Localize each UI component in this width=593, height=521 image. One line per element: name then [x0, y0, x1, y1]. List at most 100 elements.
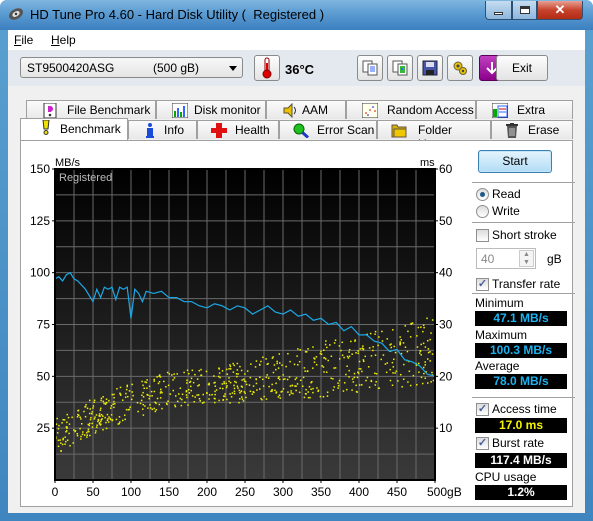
access-time-point	[186, 396, 188, 399]
transfer-rate-label[interactable]: Transfer rate	[492, 277, 560, 291]
access-time-point	[202, 393, 204, 396]
access-time-point	[378, 336, 380, 338]
access-time-point	[213, 382, 215, 384]
access-time-point	[389, 379, 392, 382]
access-time-point	[165, 402, 168, 405]
checkmark-icon: ✓	[477, 437, 488, 449]
access-time-point	[304, 351, 307, 353]
access-time-point	[337, 384, 340, 387]
access-time-point	[408, 370, 411, 373]
access-time-point	[299, 379, 302, 382]
access-time-point	[404, 346, 407, 348]
access-time-point	[427, 339, 429, 342]
access-time-point	[266, 363, 268, 366]
access-time-point	[96, 424, 98, 427]
access-time-checkbox[interactable]: ✓	[476, 403, 489, 416]
access-time-point	[287, 352, 289, 355]
minimum-label: Minimum	[475, 296, 524, 310]
access-time-point	[381, 340, 384, 342]
access-time-point	[307, 370, 309, 372]
access-time-point	[431, 319, 434, 321]
access-time-point	[361, 384, 363, 386]
access-time-point	[240, 369, 243, 372]
access-time-point	[263, 395, 265, 398]
access-time-point	[131, 398, 133, 401]
access-time-point	[191, 369, 194, 372]
start-button[interactable]: Start	[478, 150, 552, 173]
access-time-point	[341, 354, 344, 357]
access-time-point	[59, 439, 61, 441]
access-time-point	[225, 386, 228, 389]
access-time-point	[218, 372, 221, 374]
write-radio[interactable]	[476, 205, 489, 218]
access-time-point	[278, 394, 281, 397]
access-time-point	[304, 370, 306, 372]
access-time-point	[87, 423, 90, 426]
access-time-point	[313, 361, 316, 363]
access-time-point	[80, 418, 82, 420]
tab-benchmark[interactable]: Benchmark	[20, 118, 128, 140]
stepper-arrows[interactable]: ▲ ▼	[519, 250, 534, 267]
access-time-point	[393, 345, 395, 348]
access-time-point	[185, 394, 188, 396]
access-time-point	[427, 351, 430, 354]
access-time-point	[80, 438, 82, 440]
burst-rate-checkbox[interactable]: ✓	[476, 437, 489, 450]
access-time-point	[219, 387, 221, 390]
access-time-point	[322, 395, 325, 398]
access-time-point	[229, 381, 232, 384]
access-time-point	[358, 368, 360, 370]
access-time-point	[391, 361, 394, 364]
access-time-point	[429, 360, 431, 362]
access-time-point	[277, 377, 280, 380]
access-time-point	[245, 383, 248, 386]
access-time-point	[206, 392, 208, 395]
access-time-point	[66, 413, 69, 416]
access-time-point	[389, 344, 391, 346]
short-stroke-checkbox[interactable]	[476, 229, 489, 242]
access-time-point	[303, 396, 306, 399]
y-left-ticks: 25 50 75 100 125 150	[30, 162, 55, 435]
access-time-point	[208, 394, 211, 396]
x-tick-label: 150	[159, 485, 179, 499]
access-time-point	[354, 339, 356, 341]
access-time-point	[353, 376, 356, 379]
access-time-point	[89, 434, 91, 437]
access-time-point	[326, 395, 329, 397]
access-time-point	[176, 373, 178, 375]
access-time-point	[60, 442, 62, 444]
access-time-point	[342, 390, 345, 392]
cpu-usage-value: 1.2%	[475, 485, 567, 500]
maximum-label: Maximum	[475, 328, 528, 342]
y-right-ticks: 10 20 30 40 50 60	[435, 162, 453, 435]
access-time-point	[249, 376, 252, 379]
write-label[interactable]: Write	[492, 204, 520, 218]
access-time-point	[194, 396, 196, 398]
access-time-point	[312, 391, 314, 394]
access-time-point	[330, 377, 332, 380]
transfer-rate-checkbox[interactable]: ✓	[476, 278, 489, 291]
access-time-point	[158, 403, 161, 406]
access-time-point	[258, 363, 261, 366]
access-time-point	[102, 396, 104, 398]
short-stroke-label[interactable]: Short stroke	[492, 228, 557, 242]
access-time-point	[260, 360, 262, 363]
read-radio[interactable]	[476, 188, 489, 201]
access-time-point	[323, 357, 325, 359]
access-time-point	[324, 343, 327, 346]
access-time-point	[271, 383, 273, 386]
access-time-point	[422, 324, 425, 326]
access-time-point	[364, 355, 366, 358]
access-time-point	[265, 376, 268, 379]
access-time-point	[148, 385, 151, 388]
app-window: HD Tune Pro 4.60 - Hard Disk Utility ( R…	[0, 0, 593, 521]
access-time-point	[359, 368, 362, 370]
access-time-label[interactable]: Access time	[492, 402, 557, 416]
access-time-point	[119, 392, 121, 395]
access-time-point	[338, 379, 341, 382]
burst-rate-label[interactable]: Burst rate	[492, 436, 544, 450]
short-stroke-stepper[interactable]: 40 ▲ ▼	[476, 248, 536, 269]
read-label[interactable]: Read	[492, 187, 521, 201]
access-time-point	[106, 413, 109, 416]
y-left-tick-label: 150	[30, 162, 50, 176]
